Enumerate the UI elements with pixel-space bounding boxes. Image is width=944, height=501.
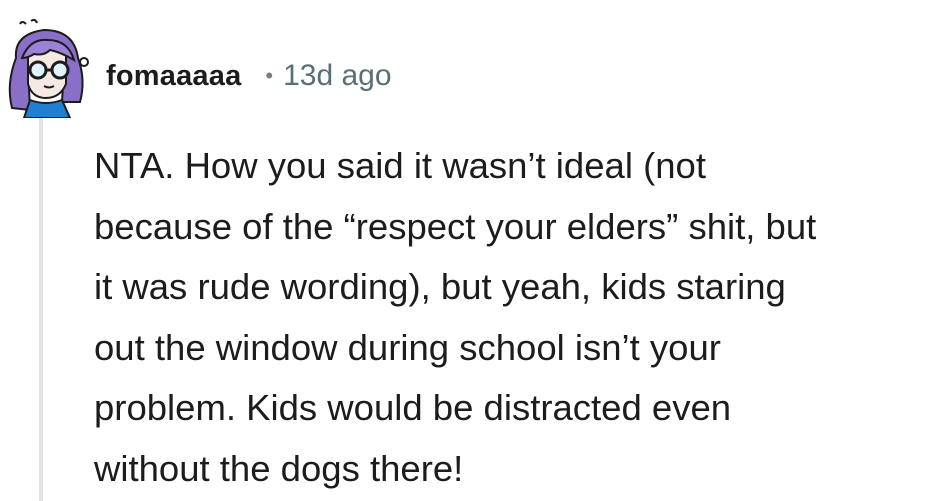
separator-dot: • [265,63,274,88]
comment-header: fomaaaaa • 13d ago [106,54,392,98]
comment-body-line: because of the “respect your elders” shi… [94,205,817,247]
comment-body-line: problem. Kids would be distracted even [94,387,732,428]
avatar[interactable] [0,18,96,119]
comment-body: NTA. How you said it wasn’t ideal (not be… [94,136,934,499]
user-avatar-icon [8,18,89,119]
username-link[interactable]: fomaaaaa [106,60,241,93]
comment-body-line: out the window during school isn’t your [94,326,721,368]
comment-body-line: NTA. How you said it wasn’t ideal (not [94,145,706,186]
comment-body-line: it was rude wording), but yeah, kids sta… [94,266,786,307]
timestamp-link[interactable]: 13d ago [283,59,391,93]
thread-line[interactable] [39,118,43,501]
comment-body-line: without the dogs there! [94,447,464,489]
comment: fomaaaaa • 13d ago NTA. How you said it … [0,0,944,501]
